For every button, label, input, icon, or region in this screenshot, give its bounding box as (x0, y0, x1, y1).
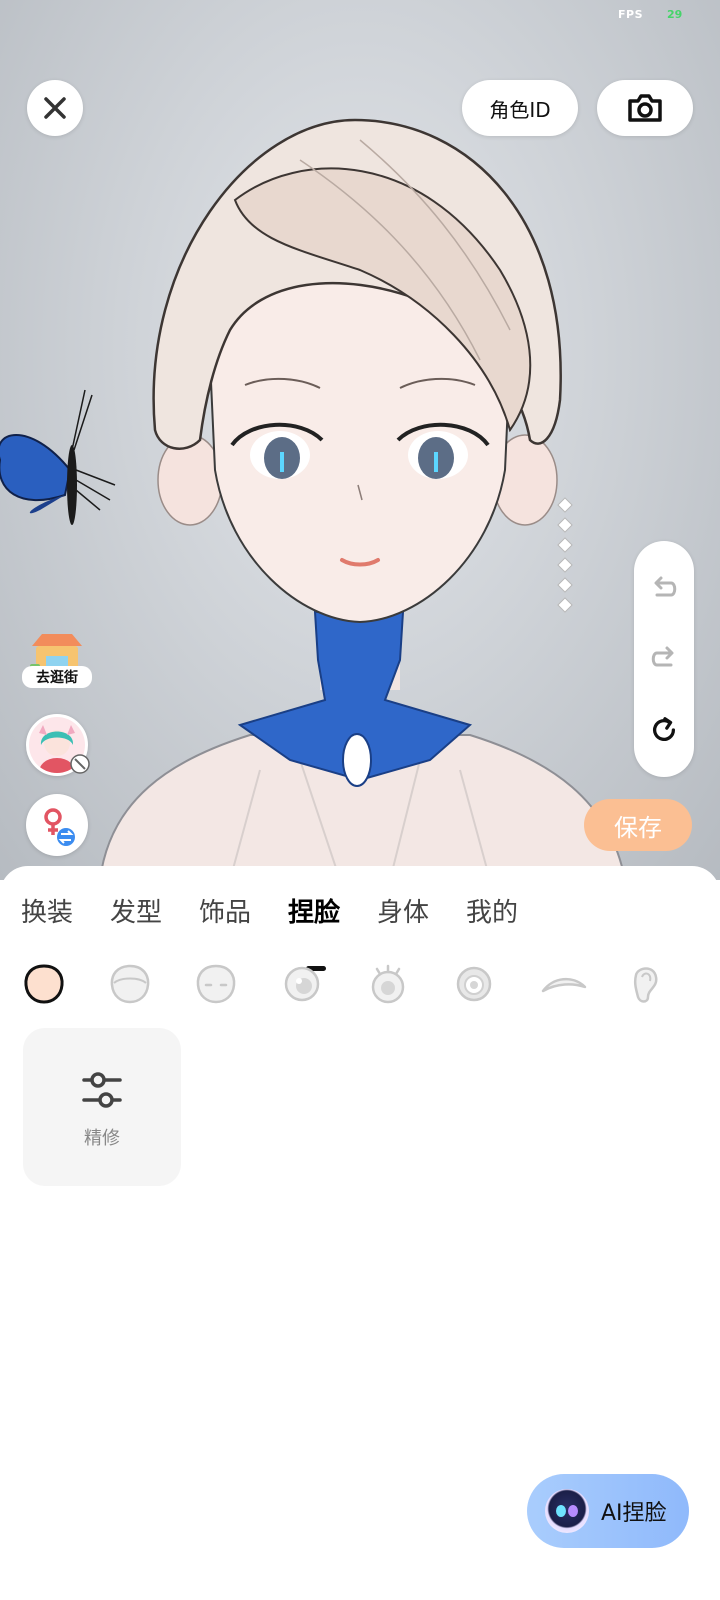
history-toolbar (634, 541, 694, 777)
refine-label: 精修 (84, 1128, 120, 1149)
subcat-eyelash[interactable] (366, 962, 410, 1006)
undo-button[interactable] (649, 573, 679, 603)
redo-icon (651, 646, 674, 667)
subcat-face[interactable] (108, 962, 152, 1006)
tab-outfit[interactable]: 换装 (21, 892, 73, 929)
subcat-face-shape[interactable] (22, 962, 66, 1006)
ai-robot-icon (545, 1489, 589, 1533)
undo-icon (654, 576, 677, 597)
redo-button[interactable] (649, 643, 679, 673)
close-button[interactable] (27, 80, 83, 136)
gender-swap-icon (44, 808, 75, 846)
eyebrow-icon (541, 978, 587, 993)
reset-button[interactable] (649, 715, 679, 745)
category-tabs: 换装 发型 饰品 捏脸 身体 我的 (0, 892, 720, 971)
tab-mine[interactable]: 我的 (466, 892, 518, 929)
subcat-face-features[interactable] (194, 962, 238, 1006)
role-id-button[interactable]: 角色ID (462, 80, 578, 136)
go-shopping-label: 去逛街 (22, 666, 92, 688)
eyelash-icon (371, 964, 405, 1004)
tab-body[interactable]: 身体 (377, 892, 429, 929)
subcat-ear[interactable] (624, 962, 668, 1006)
tab-face-sculpt[interactable]: 捏脸 (288, 892, 340, 929)
face-subcategories (0, 962, 720, 1012)
subcat-eye[interactable] (280, 962, 324, 1006)
close-icon (44, 97, 66, 119)
face-features-icon (196, 964, 236, 1004)
tab-accessories[interactable]: 饰品 (199, 892, 251, 929)
ai-face-button[interactable]: AI捏脸 (527, 1474, 689, 1548)
camera-button[interactable] (597, 80, 693, 136)
refine-button[interactable]: 精修 (23, 1028, 181, 1186)
avatar-status-icon (70, 754, 90, 774)
eye-icon (284, 966, 320, 1002)
ear-icon (633, 967, 658, 1003)
reset-icon (653, 717, 676, 742)
butterfly-decoration (0, 389, 116, 525)
sliders-icon (82, 1072, 122, 1108)
face-icon (110, 964, 150, 1004)
tab-hairstyle[interactable]: 发型 (110, 892, 162, 929)
subcat-eyebrow[interactable] (538, 962, 588, 1006)
save-button[interactable]: 保存 (584, 799, 692, 851)
subcat-pupil[interactable] (452, 962, 496, 1006)
avatar-preview-stage[interactable]: FPS 29 角色ID 去逛街 保存 (0, 0, 720, 880)
ai-face-label: AI捏脸 (601, 1501, 667, 1526)
gender-swap-button[interactable] (26, 794, 88, 856)
face-shape-icon (24, 964, 64, 1004)
pupil-icon (456, 966, 492, 1002)
camera-icon (628, 94, 662, 122)
